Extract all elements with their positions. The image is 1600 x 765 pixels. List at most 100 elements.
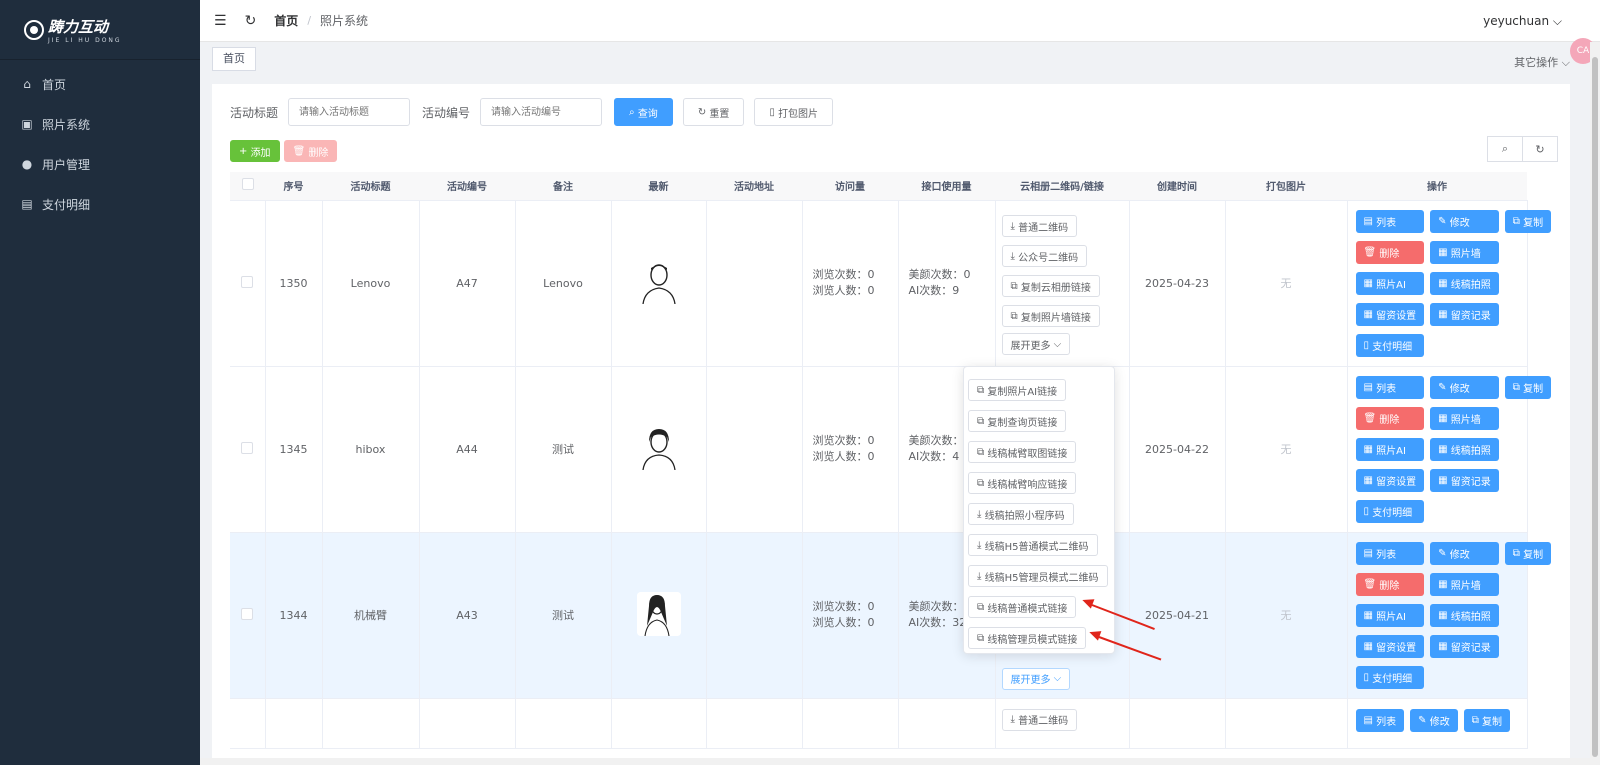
latest-photo-thumbnail[interactable] [636,259,681,304]
hamburger-icon[interactable]: ☰ [214,13,227,29]
row-delete-button[interactable]: 🗑 删除 [1355,240,1425,264]
reset-button[interactable]: ↻ 重置 [682,98,745,126]
select-all-checkbox[interactable] [241,178,254,191]
payment-details-button[interactable]: ▯ 支付明细 [1355,665,1425,689]
latest-photo-thumbnail[interactable] [636,591,681,636]
row-checkbox[interactable] [241,441,254,454]
column-header[interactable]: 操作 [1347,172,1527,201]
dropdown-item-miniprogram-code[interactable]: ⤓ 线稿拍照小程序码 [968,503,1074,525]
row-checkbox[interactable] [241,275,254,288]
dropdown-item-h5-admin-qr[interactable]: ⤓ 线稿H5管理员模式二维码 [968,565,1108,587]
copy-button[interactable]: ⧉ 复制 [1463,708,1511,732]
add-button[interactable]: + 添加 [230,140,280,162]
edit-button[interactable]: ✎ 修改 [1430,375,1499,399]
official-account-qr-button[interactable]: ⤓ 公众号二维码 [1001,245,1088,267]
column-header[interactable]: 序号 [265,172,322,201]
lead-settings-button[interactable]: ▦ 留资设置 [1355,468,1425,492]
copy-icon: ⧉ [1010,310,1021,322]
photo-wall-button[interactable]: ▦ 照片墙 [1430,406,1499,430]
dropdown-item-copy-photo-ai-link[interactable]: ⧉ 复制照片AI链接 [968,379,1067,401]
column-header[interactable]: 访问量 [802,172,898,201]
breadcrumb-home[interactable]: 首页 [274,12,298,29]
lead-records-button[interactable]: ▦ 留资记录 [1430,302,1499,326]
edit-button[interactable]: ✎ 修改 [1430,541,1499,565]
other-operations-dropdown[interactable]: 其它操作 ⌵ [1514,54,1570,70]
photo-wall-button[interactable]: ▦ 照片墙 [1430,240,1499,264]
lead-settings-button[interactable]: ▦ 留资设置 [1355,302,1425,326]
visits-cell [802,698,899,749]
column-header[interactable]: 活动编号 [419,172,515,201]
column-header[interactable]: 活动标题 [322,172,419,201]
title-search-input[interactable] [288,98,411,126]
photo-ai-button[interactable]: ▦ 照片AI [1355,437,1425,461]
search-icon[interactable]: ⌕ [1487,136,1523,162]
pack-images-button[interactable]: ▯ 打包图片 [754,98,834,126]
refresh-icon[interactable]: ↻ [245,13,257,29]
dropdown-item-h5-normal-qr[interactable]: ⤓ 线稿H5普通模式二维码 [968,534,1098,556]
expand-more-button[interactable]: 展开更多 ⌵ [1001,667,1071,690]
photo-ai-button[interactable]: ▦ 照片AI [1355,603,1425,627]
lead-records-button[interactable]: ▦ 留资记录 [1430,634,1499,658]
refresh-icon[interactable]: ↻ [1522,136,1558,162]
edit-button[interactable]: ✎ 修改 [1430,209,1499,233]
sketch-photo-button[interactable]: ▦ 线稿拍照 [1430,271,1499,295]
dropdown-item-arm-fetch-link[interactable]: ⧉ 线稿械臂取图链接 [968,441,1077,463]
column-header[interactable]: 备注 [515,172,611,201]
column-header[interactable]: 创建时间 [1129,172,1225,201]
payment-details-button[interactable]: ▯ 支付明细 [1355,499,1425,523]
sketch-photo-button[interactable]: ▦ 线稿拍照 [1430,437,1499,461]
grid-icon: ▦ [1438,246,1451,258]
delete-button[interactable]: 🗑 删除 [283,140,338,162]
vertical-scrollbar[interactable] [1590,42,1600,758]
select-all-header[interactable] [230,172,265,201]
dropdown-item-copy-query-link[interactable]: ⧉ 复制查询页链接 [968,410,1067,432]
expand-more-button[interactable]: 展开更多 ⌵ [1001,333,1071,355]
column-header[interactable]: 接口使用量 [898,172,995,201]
dropdown-item-label: 线稿H5管理员模式二维码 [984,572,1099,584]
title-cell [322,698,420,749]
column-header[interactable]: 打包图片 [1225,172,1347,201]
sidebar-item-user-management[interactable]: ● 用户管理 [0,144,200,184]
row-delete-button[interactable]: 🗑 删除 [1355,406,1425,430]
payment-details-button[interactable]: ▯ 支付明细 [1355,333,1425,357]
column-header[interactable]: 活动地址 [706,172,802,201]
column-header[interactable]: 最新 [611,172,706,201]
copy-button[interactable]: ⧉ 复制 [1504,541,1552,565]
copy-button[interactable]: ⧉ 复制 [1504,375,1552,399]
dropdown-item-normal-mode-link[interactable]: ⧉ 线稿普通模式链接 [968,596,1077,618]
query-button[interactable]: ⌕ 查询 [614,98,673,126]
lead-settings-button[interactable]: ▦ 留资设置 [1355,634,1425,658]
photo-ai-button[interactable]: ▦ 照片AI [1355,271,1425,295]
dropdown-item-arm-response-link[interactable]: ⧉ 线稿械臂响应链接 [968,472,1077,494]
sidebar-item-home[interactable]: ⌂ 首页 [0,64,200,104]
scrollbar-thumb[interactable] [1592,57,1598,757]
list-button[interactable]: ▤ 列表 [1355,209,1425,233]
user-menu[interactable]: yeyuchuan ⌵ [1483,14,1562,29]
copy-photo-wall-link-button[interactable]: ⧉ 复制照片墙链接 [1001,305,1100,327]
photo-wall-button[interactable]: ▦ 照片墙 [1430,572,1499,596]
sidebar-item-payment-details[interactable]: ▤ 支付明细 [0,184,200,224]
horizontal-scrollbar[interactable] [200,758,1600,765]
list-button[interactable]: ▤ 列表 [1355,375,1425,399]
lead-records-button[interactable]: ▦ 留资记录 [1430,468,1499,492]
list-button[interactable]: ▤ 列表 [1355,541,1425,565]
copy-button[interactable]: ⧉ 复制 [1504,209,1552,233]
sketch-photo-button[interactable]: ▦ 线稿拍照 [1430,603,1499,627]
list-button[interactable]: ▤ 列表 [1355,708,1405,732]
visits-cell: 浏览次数：0 浏览人数：0 [802,200,899,367]
row-checkbox[interactable] [241,607,254,620]
username: yeyuchuan [1483,14,1550,28]
code-search-input[interactable] [480,98,603,126]
latest-photo-thumbnail[interactable] [636,425,681,470]
tag-home[interactable]: 首页 [212,47,256,71]
edit-button[interactable]: ✎ 修改 [1410,708,1458,732]
normal-qr-button[interactable]: ⤓ 普通二维码 [1001,708,1078,731]
row-delete-button[interactable]: 🗑 删除 [1355,572,1425,596]
brand-logo[interactable]: 踌力互动 JIE LI HU DONG [0,0,200,60]
column-header[interactable]: 云相册二维码/链接 [995,172,1129,201]
normal-qr-button[interactable]: ⤓ 普通二维码 [1001,215,1078,237]
title-cell: 机械臂 [322,532,420,699]
copy-album-link-button[interactable]: ⧉ 复制云相册链接 [1001,275,1100,297]
sidebar-item-photo-system[interactable]: ▣ 照片系统 [0,104,200,144]
dropdown-item-admin-mode-link[interactable]: ⧉ 线稿管理员模式链接 [968,627,1087,649]
